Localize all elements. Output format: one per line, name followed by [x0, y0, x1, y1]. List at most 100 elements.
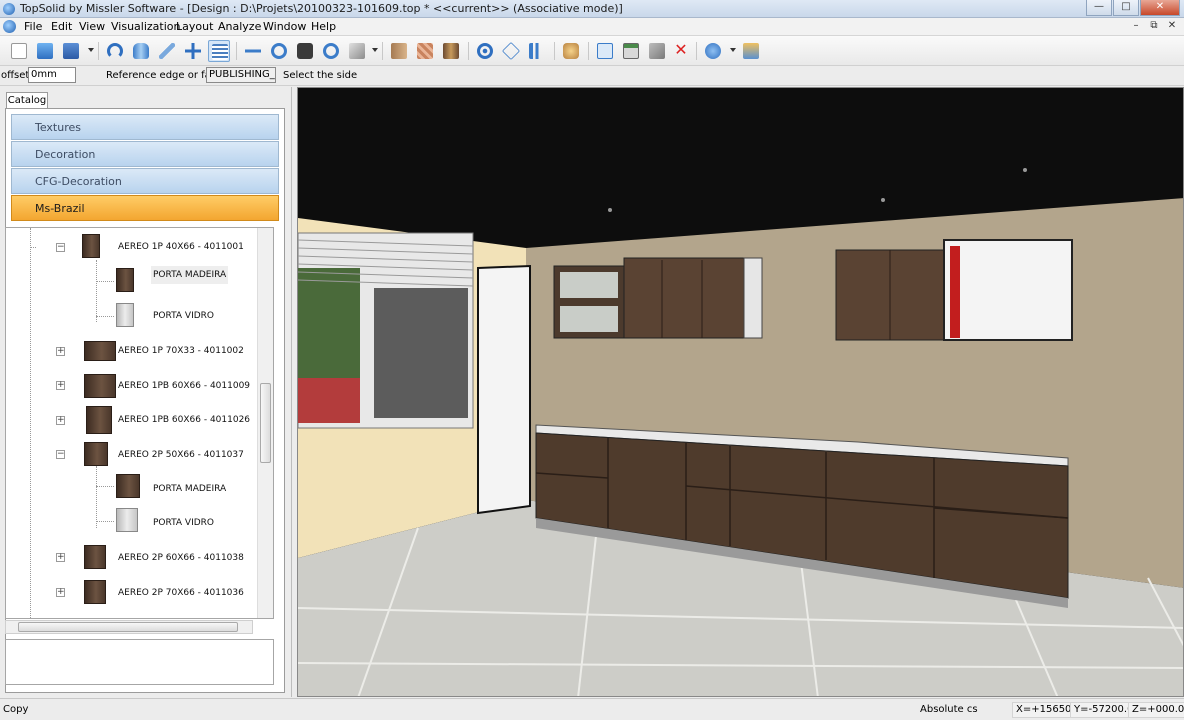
scroll-thumb[interactable] [260, 383, 271, 463]
blocks-button[interactable] [646, 40, 668, 62]
open-cabinet-hinge [950, 246, 960, 338]
new-file-button[interactable] [8, 40, 30, 62]
expand-toggle[interactable]: + [56, 381, 65, 390]
ceiling-light [1023, 168, 1027, 172]
shading-button[interactable] [346, 40, 368, 62]
offset-field[interactable]: 0mm [28, 67, 76, 83]
kitchen-scene[interactable] [298, 88, 1184, 697]
camera-button[interactable] [294, 40, 316, 62]
tree-item-label[interactable]: AEREO 1P 70X33 - 4011002 [118, 346, 244, 356]
chevron-down-icon[interactable] [372, 48, 378, 52]
open-file-button[interactable] [34, 40, 56, 62]
menu-help[interactable]: Help [311, 20, 336, 33]
move-icon [185, 43, 201, 59]
expand-toggle[interactable]: + [56, 553, 65, 562]
catalog-panel: Catalog Textures Decoration CFG-Decorati… [0, 87, 292, 697]
help-button[interactable] [702, 40, 724, 62]
menu-layout[interactable]: Layout [176, 20, 213, 33]
expand-toggle[interactable]: + [56, 347, 65, 356]
catalog-button[interactable] [208, 40, 230, 62]
menu-analyze[interactable]: Analyze [218, 20, 261, 33]
move-button[interactable] [182, 40, 204, 62]
wireframe-button[interactable] [500, 40, 522, 62]
chevron-down-icon[interactable] [730, 48, 736, 52]
minimize-button[interactable]: — [1086, 0, 1112, 16]
door-icon [443, 43, 459, 59]
cabinet-thumbnail [84, 442, 108, 466]
save-button[interactable] [60, 40, 82, 62]
toolbar-separator [588, 42, 589, 60]
menu-view[interactable]: View [79, 20, 105, 33]
close-button[interactable]: ✕ [1140, 0, 1180, 16]
expand-toggle[interactable]: + [56, 416, 65, 425]
chevron-down-icon[interactable] [88, 48, 94, 52]
tree-item-label[interactable]: AEREO 2P 50X66 - 4011037 [118, 450, 244, 460]
doc-restore-button[interactable]: ⧉ [1146, 19, 1162, 33]
target-button[interactable] [474, 40, 496, 62]
tree-item-label[interactable]: PORTA VIDRO [153, 518, 214, 528]
calculator-button[interactable] [620, 40, 642, 62]
zoom-button[interactable] [320, 40, 342, 62]
cube-icon [349, 43, 365, 59]
door-button[interactable] [440, 40, 462, 62]
settings-button[interactable] [740, 40, 762, 62]
tree-horizontal-scrollbar[interactable] [5, 620, 253, 634]
collapse-toggle[interactable]: − [56, 243, 65, 252]
wrench-button[interactable] [156, 40, 178, 62]
reference-field[interactable]: PUBLISHING_X [206, 67, 276, 83]
undo-icon [107, 43, 123, 59]
cabinet-thumbnail [82, 234, 100, 258]
doc-close-button[interactable]: ✕ [1164, 19, 1180, 33]
undo-button[interactable] [104, 40, 126, 62]
app-icon [3, 3, 15, 15]
open-cabinet [943, 239, 1073, 341]
delete-button[interactable]: ✕ [670, 40, 692, 62]
collapse-toggle[interactable]: − [56, 450, 65, 459]
window-button[interactable] [594, 40, 616, 62]
measure-button[interactable] [242, 40, 264, 62]
wall-cabinet [623, 257, 745, 339]
window-title: TopSolid by Missler Software - [Design :… [20, 2, 623, 15]
tree-item-label[interactable]: AEREO 2P 60X66 - 4011038 [118, 553, 244, 563]
ceiling-light [881, 198, 885, 202]
menu-window[interactable]: Window [263, 20, 306, 33]
tree-line [96, 281, 114, 282]
cylinder-button[interactable] [130, 40, 152, 62]
glass-door [560, 306, 618, 332]
link-button[interactable] [268, 40, 290, 62]
tree-item-label[interactable]: PORTA MADEIRA [151, 266, 229, 284]
menu-visualization[interactable]: Visualization [111, 20, 180, 33]
maximize-button[interactable]: □ [1113, 0, 1139, 16]
render-button[interactable] [560, 40, 582, 62]
tree-item-label[interactable]: AEREO 1PB 60X66 - 4011026 [118, 415, 250, 425]
door-thumbnail [116, 474, 140, 498]
tree-vertical-scrollbar[interactable] [257, 228, 273, 618]
category-textures[interactable]: Textures [11, 114, 279, 140]
tab-catalog[interactable]: Catalog [6, 92, 48, 109]
panel-button[interactable] [388, 40, 410, 62]
category-cfg-decoration[interactable]: CFG-Decoration [11, 168, 279, 194]
tree-item-label[interactable]: AEREO 1P 40X66 - 4011001 [118, 242, 244, 252]
category-decoration[interactable]: Decoration [11, 141, 279, 167]
3d-viewport[interactable] [297, 87, 1184, 697]
toolbar-separator [468, 42, 469, 60]
tree-item-label[interactable]: PORTA VIDRO [153, 311, 214, 321]
tree-line [96, 260, 97, 322]
preview-pane [5, 639, 274, 685]
tools-button[interactable] [526, 40, 548, 62]
tree-item-label[interactable]: AEREO 1PB 60X66 - 4011009 [118, 381, 250, 391]
doc-minimize-button[interactable]: – [1128, 19, 1144, 33]
cabinet-thumbnail [86, 406, 112, 434]
scroll-thumb[interactable] [18, 622, 238, 632]
tall-unit [477, 264, 531, 515]
menu-edit[interactable]: Edit [51, 20, 72, 33]
expand-toggle[interactable]: + [56, 588, 65, 597]
category-ms-brazil[interactable]: Ms-Brazil [11, 195, 279, 221]
menu-file[interactable]: File [24, 20, 42, 33]
tree-item-label[interactable]: AEREO 2P 70X66 - 4011036 [118, 588, 244, 598]
tree-line [96, 316, 114, 317]
tree-item-label[interactable]: PORTA MADEIRA [153, 484, 226, 494]
document-icon[interactable] [3, 20, 16, 33]
texture-icon [417, 43, 433, 59]
texture-button[interactable] [414, 40, 436, 62]
